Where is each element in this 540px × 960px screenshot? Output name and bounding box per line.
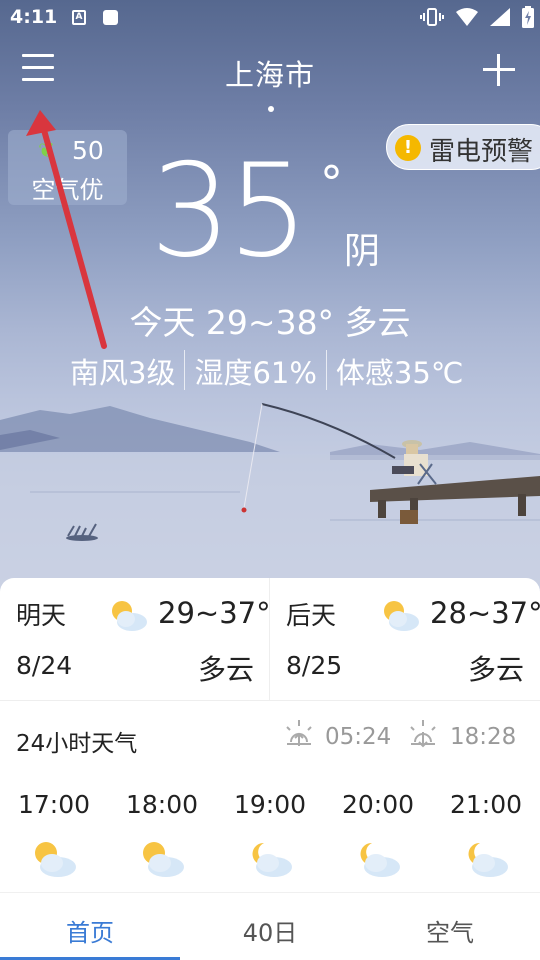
aqi-value: 50 — [72, 136, 104, 165]
hour-time: 19:00 — [233, 790, 307, 819]
divider — [0, 700, 540, 701]
hour-time: 17:00 — [17, 790, 91, 819]
tab-air[interactable]: 空气 — [360, 913, 540, 948]
hourly-item: 18:00 — [108, 790, 216, 879]
signal-icon — [490, 8, 510, 26]
page-indicator-dot — [268, 106, 274, 112]
hour-time: 21:00 — [449, 790, 523, 819]
forecast-temp-range: 29~37° — [158, 596, 271, 630]
divider — [325, 350, 327, 390]
leaf-icon: ❦ — [38, 138, 55, 162]
city-title[interactable]: 上海市 — [0, 52, 540, 94]
bottom-tab-bar: 首页 40日 空气 — [0, 892, 540, 960]
status-time: 4:11 — [10, 6, 58, 28]
partly-cloudy-night-icon — [468, 842, 508, 877]
sunrise-time: 05:24 — [325, 724, 392, 750]
tab-home[interactable]: 首页 — [0, 913, 180, 948]
partly-cloudy-night-icon — [252, 842, 292, 877]
partly-cloudy-night-icon — [360, 842, 400, 877]
add-city-button[interactable] — [482, 54, 516, 88]
air-quality-badge[interactable]: ❦ 50 空气优 — [8, 130, 127, 205]
weather-warning-badge[interactable]: ! 雷电预警 — [386, 124, 540, 170]
vibrate-icon — [420, 8, 444, 26]
wifi-icon — [456, 8, 478, 26]
forecast-date: 8/25 — [286, 651, 343, 680]
partly-cloudy-day-icon — [35, 842, 76, 877]
forecast-date: 8/24 — [16, 651, 73, 680]
partly-cloudy-day-icon — [143, 842, 184, 877]
forecast-temp-range: 28~37° — [430, 596, 540, 630]
today-summary: 今天 29~38° 多云 — [129, 303, 411, 342]
forecast-day-tomorrow[interactable]: 明天 8/24 29~37° 多云 — [0, 578, 271, 700]
humidity-info: 湿度61% — [194, 356, 317, 390]
current-condition: 阴 — [344, 231, 381, 272]
hourly-title: 24小时天气 — [16, 731, 138, 757]
hourly-item: 20:00 — [324, 790, 432, 879]
hourly-item: 19:00 — [216, 790, 324, 879]
forecast-day-after-tomorrow[interactable]: 后天 8/25 28~37° 多云 — [270, 578, 540, 700]
notification-a-icon: A — [72, 10, 86, 25]
weather-hero: 4:11 A 上海市 ❦ 50 空气优 ! 雷电预警 35 ° 阴 今天 29~… — [0, 0, 540, 600]
hour-time: 18:00 — [125, 790, 199, 819]
feels-like-info: 体感35℃ — [335, 356, 464, 390]
status-bar: 4:11 A — [0, 0, 540, 36]
warning-text: 雷电预警 — [429, 137, 534, 167]
hourly-item: 17:00 — [0, 790, 108, 879]
battery-charging-icon — [522, 6, 534, 28]
degree-symbol: ° — [320, 156, 343, 210]
current-temperature: 35 — [150, 137, 309, 286]
sunrise-icon — [286, 720, 312, 746]
notification-square-icon — [103, 10, 118, 25]
sunset-icon — [410, 720, 436, 748]
divider — [184, 350, 186, 390]
forecast-day-name: 后天 — [286, 601, 337, 630]
alert-icon: ! — [395, 135, 421, 161]
hourly-item: 21:00 — [432, 790, 540, 879]
wind-info: 南风3级 — [70, 356, 176, 390]
forecast-condition: 多云 — [468, 653, 525, 686]
forecast-day-name: 明天 — [16, 601, 67, 630]
partly-cloudy-icon — [384, 601, 419, 631]
weather-details: 南风3级 湿度61% 体感35℃ — [70, 350, 463, 392]
forecast-condition: 多云 — [198, 653, 255, 686]
sunset-time: 18:28 — [450, 724, 517, 750]
aqi-label: 空气优 — [31, 176, 104, 204]
fishing-scene-illustration — [0, 403, 540, 600]
hour-time: 20:00 — [341, 790, 415, 819]
tab-40-days[interactable]: 40日 — [180, 913, 360, 948]
partly-cloudy-icon — [112, 601, 147, 631]
